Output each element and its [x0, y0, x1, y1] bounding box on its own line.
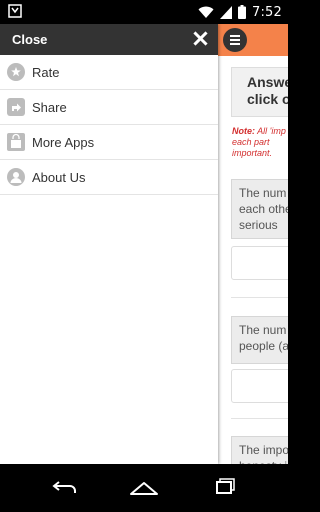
answer-box-2[interactable] — [231, 369, 288, 403]
recent-apps-icon[interactable] — [208, 476, 240, 500]
note-text: Note: All 'imp for each part important. — [232, 126, 288, 159]
person-icon — [7, 168, 25, 186]
menu-item-more-apps[interactable]: More Apps — [0, 125, 218, 160]
cell-signal-icon — [220, 5, 232, 19]
close-icon[interactable] — [193, 31, 208, 46]
app-notification-icon — [8, 4, 22, 18]
home-icon[interactable] — [128, 476, 160, 500]
status-bar: 7:52 — [0, 0, 288, 24]
app-toolbar — [218, 24, 288, 56]
answer-box-1[interactable] — [231, 246, 288, 280]
menu-button[interactable] — [223, 28, 247, 52]
back-icon[interactable] — [48, 476, 80, 500]
menu-item-share[interactable]: Share — [0, 90, 218, 125]
main-content: Answe click o Note: All 'imp for each pa… — [218, 24, 288, 464]
status-time: 7:52 — [252, 4, 282, 20]
note-prefix: Note: — [232, 126, 255, 136]
question-3: The impo honesty i — [231, 436, 288, 464]
menu-item-label: Rate — [32, 64, 60, 80]
system-nav-bar — [0, 464, 288, 512]
question-2: The num people (a — [231, 316, 288, 364]
drawer-header[interactable]: Close — [0, 24, 218, 55]
menu-item-label: More Apps — [32, 134, 95, 150]
divider — [231, 297, 288, 298]
star-icon — [7, 63, 25, 81]
menu-item-rate[interactable]: Rate — [0, 55, 218, 90]
menu-item-label: Share — [32, 99, 67, 115]
menu-item-label: About Us — [32, 169, 86, 185]
drawer-close-label[interactable]: Close — [12, 32, 47, 47]
navigation-drawer: Close Rate Share More Apps About Us — [0, 24, 218, 464]
wifi-icon — [198, 6, 214, 18]
divider — [231, 418, 288, 419]
battery-icon — [238, 5, 246, 19]
share-icon — [7, 98, 25, 116]
menu-item-about-us[interactable]: About Us — [0, 160, 218, 195]
question-1: The num each othe serious — [231, 179, 288, 239]
instruction-box: Answe click o — [231, 67, 288, 117]
bag-icon — [7, 133, 25, 151]
